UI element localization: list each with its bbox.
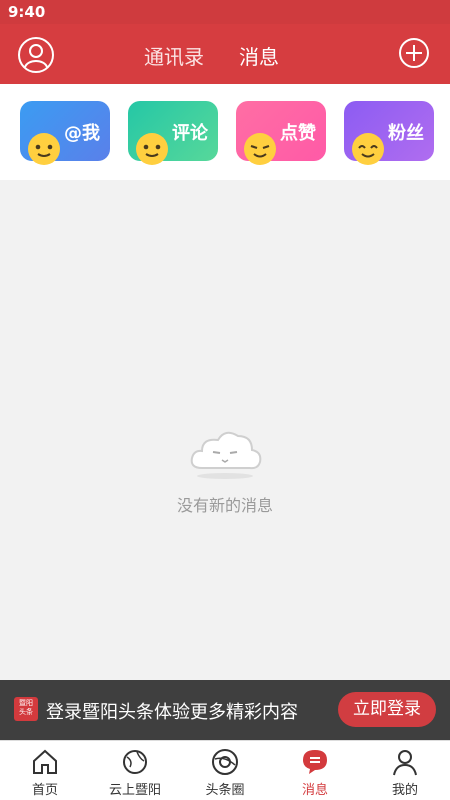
nav-item-cloud[interactable]: 云上暨阳: [90, 747, 180, 798]
circle-icon: [212, 749, 238, 775]
shortcut-strip: @我 评论 点赞 粉丝: [0, 84, 450, 180]
login-button[interactable]: 立即登录: [338, 692, 436, 727]
nav-item-messages[interactable]: 消息: [270, 747, 360, 798]
empty-message: 没有新的消息: [176, 496, 273, 515]
shortcut-label: 粉丝: [388, 123, 424, 144]
emoji-face-icon: [352, 133, 384, 165]
shortcut-label: 点赞: [280, 123, 316, 144]
shortcut-mentions[interactable]: @我: [20, 101, 110, 165]
emoji-face-icon: [28, 133, 60, 165]
nav-label: 我的: [391, 783, 418, 798]
message-icon: [303, 750, 327, 774]
header-tabs: 通讯录 消息: [0, 24, 450, 84]
tab-messages[interactable]: 消息: [239, 41, 279, 70]
bottom-nav: 首页 云上暨阳 头条圈 消息 我的: [0, 740, 450, 800]
empty-state: 没有新的消息: [0, 420, 450, 516]
login-prompt-text: 登录暨阳头条体验更多精彩内容: [46, 702, 298, 723]
emoji-face-icon: [136, 133, 168, 165]
user-icon: [393, 750, 417, 776]
status-bar: 9:40: [0, 0, 450, 24]
shortcut-likes[interactable]: 点赞: [236, 101, 326, 165]
home-icon: [33, 749, 57, 774]
nav-item-circle[interactable]: 头条圈: [180, 747, 270, 798]
tab-contacts[interactable]: 通讯录: [144, 41, 204, 70]
shortcut-label: @我: [64, 123, 100, 144]
add-icon[interactable]: [398, 37, 430, 69]
nav-label: 云上暨阳: [108, 783, 161, 798]
shortcut-comments[interactable]: 评论: [128, 101, 218, 165]
shortcut-fans[interactable]: 粉丝: [344, 101, 434, 165]
emoji-face-icon: [244, 133, 276, 165]
nav-item-home[interactable]: 首页: [0, 747, 90, 798]
app-logo: 暨阳头条: [14, 697, 38, 721]
status-time: 9:40: [8, 3, 46, 21]
nav-item-mine[interactable]: 我的: [360, 747, 450, 798]
cloud-icon: [190, 431, 262, 479]
login-prompt-bar: 暨阳头条 登录暨阳头条体验更多精彩内容 立即登录: [0, 680, 450, 740]
shortcut-label: 评论: [172, 123, 208, 144]
globe-icon: [123, 750, 147, 774]
header: 通讯录 消息: [0, 24, 450, 84]
nav-label: 消息: [301, 783, 328, 798]
nav-label: 头条圈: [205, 783, 245, 798]
nav-label: 首页: [31, 783, 58, 798]
